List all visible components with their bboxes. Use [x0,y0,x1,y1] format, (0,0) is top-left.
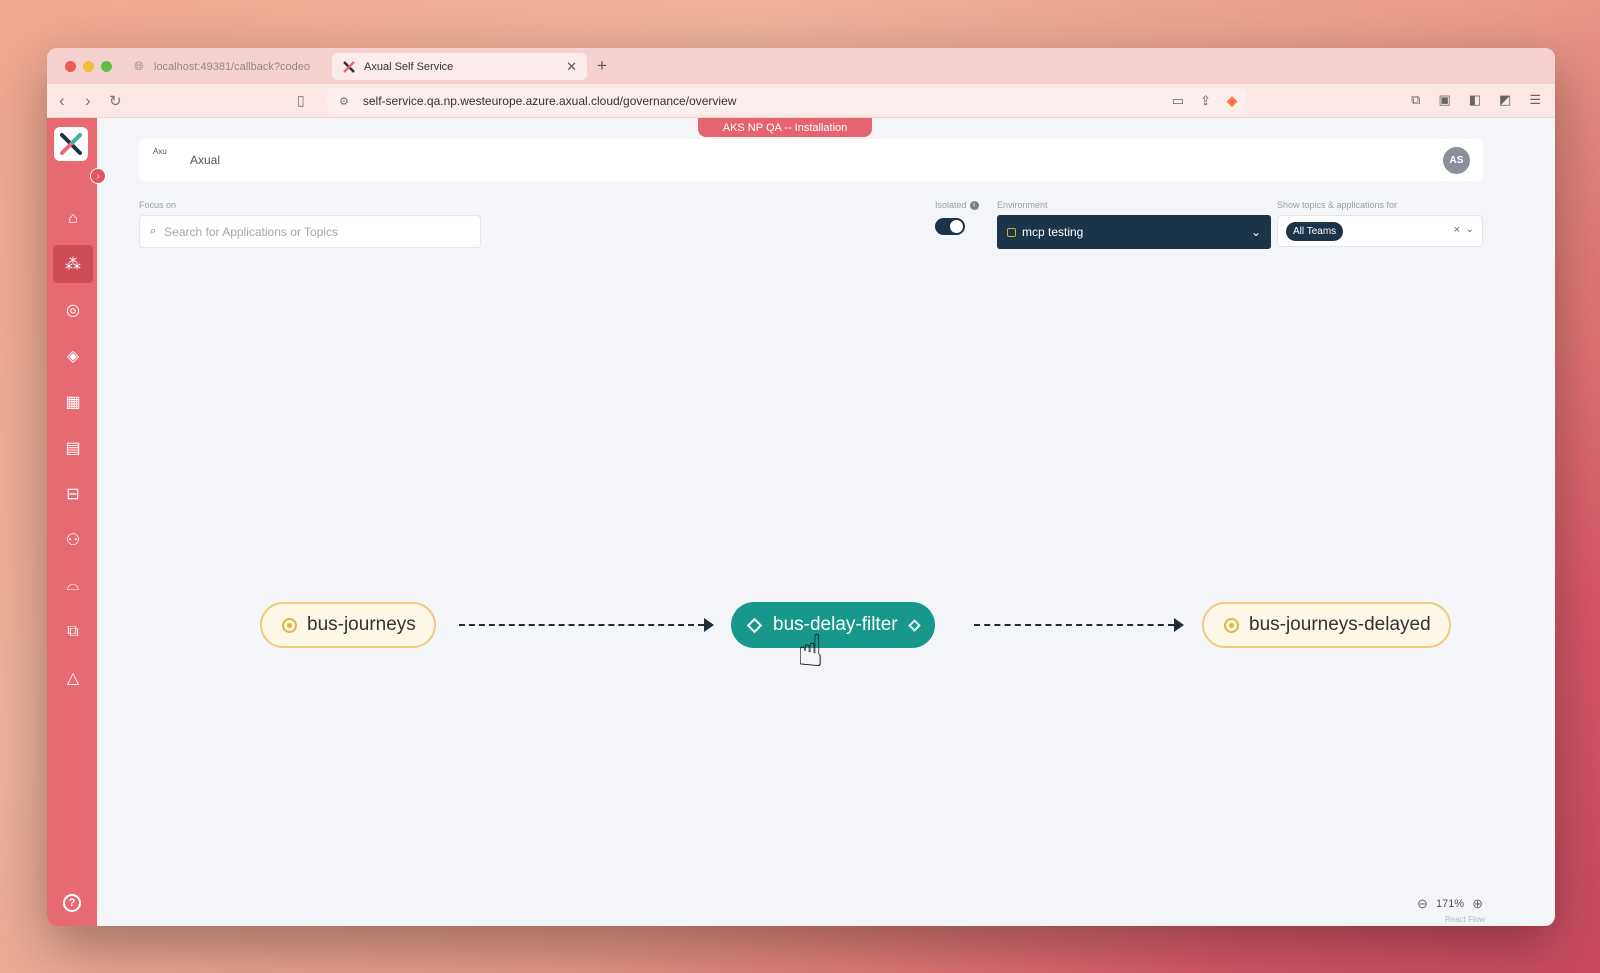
instances-icon[interactable]: ⧉ [53,613,93,651]
tab-title: localhost:49381/callback?codeo [154,60,310,73]
zoom-out-icon[interactable]: ⊖ [1417,896,1428,912]
topic-label: bus-journeys-delayed [1249,614,1431,635]
search-icon: ⌕ [150,225,157,237]
close-tab-icon[interactable]: ✕ [566,59,577,75]
back-icon[interactable]: ‹ [59,91,65,111]
chevron-down-icon[interactable]: ⌄ [1466,224,1474,235]
globe-icon: 🌐︎ [134,59,144,73]
isolated-label: Isolated i [935,200,979,211]
connectors-icon[interactable]: ⊟ [53,475,93,513]
brand-image: Axu [153,147,167,156]
home-icon[interactable]: ⌂ [53,200,93,238]
info-icon[interactable]: i [969,201,979,211]
application-icon [746,617,763,633]
app-header: Axu Axual AS [139,139,1483,181]
tab-bar: 🌐︎ localhost:49381/callback?codeo Axual … [47,48,1555,84]
isolated-toggle[interactable] [935,218,965,235]
browser-toolbar: ‹ › ↻ ▯ ⚙︎ self-service.qa.np.westeurope… [47,84,1555,118]
help-icon[interactable]: ? [63,894,81,912]
url-text: self-service.qa.np.westeurope.azure.axua… [362,94,737,108]
environment-label: Environment [997,200,1048,210]
application-type-icon [907,618,921,632]
focus-label: Focus on [139,200,177,210]
edge-app-to-target [974,624,1174,626]
streams-icon[interactable]: △ [53,659,93,697]
zoom-controls: ⊖ 171% ⊕ [1417,896,1483,912]
team-chip[interactable]: All Teams [1286,222,1344,241]
topic-node-source[interactable]: bus-journeys [260,602,436,648]
extensions-icon[interactable]: ⧉ [1411,92,1420,108]
brand-name: Axual [190,153,221,167]
wallet-icon[interactable]: ▣ [1438,92,1450,108]
application-node[interactable]: bus-delay-filter [731,602,935,648]
axual-favicon-icon [342,60,356,74]
schemas-icon[interactable]: ▤ [53,429,93,467]
forward-icon[interactable]: › [85,91,91,111]
search-input[interactable]: ⌕ Search for Applications or Topics [139,215,481,248]
minimize-window-button[interactable] [83,61,94,72]
maximize-window-button[interactable] [101,61,112,72]
vpn-icon[interactable]: ◩ [1499,92,1511,108]
topic-icon [282,617,297,633]
teams-select[interactable]: All Teams × ⌄ [1277,215,1483,247]
topic-icon [1224,617,1239,633]
edge-source-to-app [459,624,704,626]
tab-axual-self-service[interactable]: Axual Self Service ✕ [332,53,587,80]
axual-logo[interactable] [54,127,88,161]
close-window-button[interactable] [65,61,76,72]
application-label: bus-delay-filter [773,614,898,635]
zoom-in-icon[interactable]: ⊕ [1472,896,1483,912]
reload-icon[interactable]: ↻ [109,92,122,110]
address-bar[interactable]: ⚙︎ self-service.qa.np.westeurope.azure.a… [327,88,1247,114]
main-content: Axu Axual AS Focus on ⌕ Search for Appli… [97,118,1555,926]
bookmark-icon[interactable]: ▯ [297,92,305,109]
topics-icon[interactable]: ◎ [53,291,93,329]
clear-icon[interactable]: × [1454,224,1460,236]
teams-label: Show topics & applications for [1277,200,1398,210]
hand-cursor-icon: ☝︎ [797,627,824,676]
topic-label: bus-journeys [307,614,416,635]
environment-select[interactable]: mcp testing ⌄ [997,215,1271,249]
user-avatar[interactable]: AS [1443,147,1470,174]
new-tab-button[interactable]: + [597,56,607,76]
app-sidebar: › ⌂ ⁂ ◎ ◈ ▦ ▤ ⊟ ⚇ ⌓ ⧉ △ ? [47,118,106,926]
environments-icon[interactable]: ⌓ [53,567,93,605]
sidebar-toggle-icon[interactable]: ◧ [1469,92,1481,108]
search-placeholder: Search for Applications or Topics [164,224,339,239]
brave-shield-icon[interactable]: ◈ [1227,93,1237,109]
browser-window: 🌐︎ localhost:49381/callback?codeo Axual … [47,48,1555,926]
zoom-level: 171% [1435,898,1465,910]
tab-localhost[interactable]: 🌐︎ localhost:49381/callback?codeo [122,53,327,80]
arrow-icon [704,618,714,632]
environment-value: mcp testing [1022,225,1084,239]
cast-icon[interactable]: ▭ [1172,93,1184,109]
applications-icon[interactable]: ◈ [53,337,93,375]
share-icon[interactable]: ⇪ [1200,93,1211,109]
arrow-icon [1174,618,1184,632]
topic-node-target[interactable]: bus-journeys-delayed [1202,602,1451,648]
dashboard-icon[interactable]: ▦ [53,383,93,421]
environment-banner: AKS NP QA -- Installation [698,118,872,137]
site-settings-icon[interactable]: ⚙︎ [339,95,349,108]
menu-icon[interactable]: ☰ [1529,92,1541,108]
environment-icon [1007,227,1016,237]
react-flow-attribution[interactable]: React Flow [1445,915,1485,924]
tab-title: Axual Self Service [364,60,454,73]
governance-icon[interactable]: ⁂ [53,245,93,283]
teams-icon[interactable]: ⚇ [53,521,93,559]
chevron-down-icon: ⌄ [1250,225,1261,239]
